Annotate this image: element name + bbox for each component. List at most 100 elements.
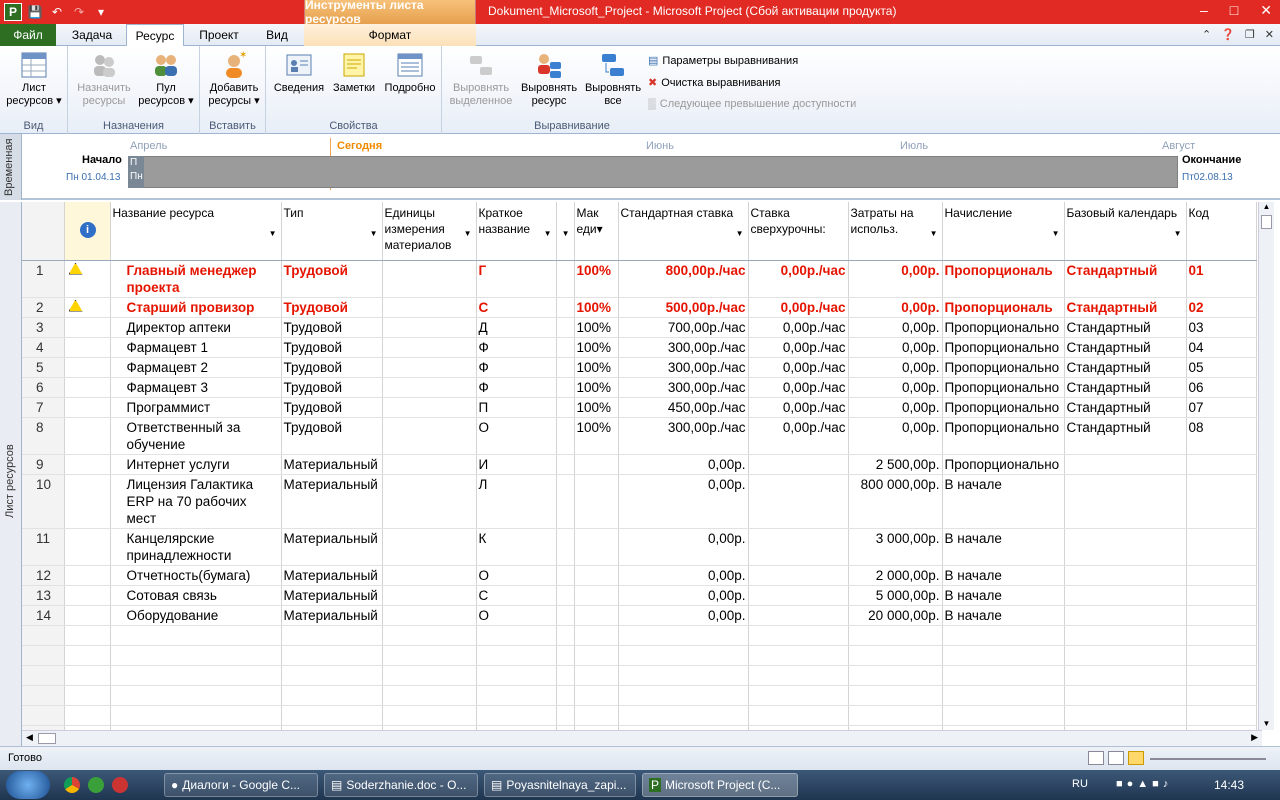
initials-cell[interactable]: К	[476, 528, 557, 566]
code-cell[interactable]	[1186, 528, 1257, 566]
material-units-cell[interactable]	[382, 528, 477, 566]
max-units-cell[interactable]: 100%	[574, 297, 619, 318]
row-id-cell[interactable]	[22, 705, 65, 726]
empty-cell[interactable]	[848, 645, 943, 666]
ovt-rate-cell[interactable]: 0,00р./час	[748, 337, 849, 358]
empty-cell[interactable]	[1064, 625, 1187, 646]
code-cell[interactable]: 02	[1186, 297, 1257, 318]
empty-cell[interactable]	[618, 685, 749, 706]
cost-per-use-cell[interactable]: 0,00р.	[848, 377, 943, 398]
row-id-cell[interactable]: 8	[22, 417, 65, 455]
code-cell[interactable]	[1186, 474, 1257, 529]
resource-name-cell[interactable]: Фармацевт 1	[110, 337, 282, 358]
empty-cell[interactable]	[110, 705, 282, 726]
resource-name-cell[interactable]: Программист	[110, 397, 282, 418]
accrue-cell[interactable]: В начале	[942, 605, 1065, 626]
group-cell[interactable]	[556, 260, 575, 298]
row-id-cell[interactable]: 2	[22, 297, 65, 318]
std-rate-cell[interactable]: 450,00р./час	[618, 397, 749, 418]
base-calendar-cell[interactable]	[1064, 528, 1187, 566]
accrue-cell[interactable]: Пропорционально	[942, 454, 1065, 475]
table-row[interactable]: 14 Оборудование Материальный О 0,00р. 20 000,…	[22, 605, 1257, 626]
ovt-rate-cell[interactable]	[748, 474, 849, 529]
empty-cell[interactable]	[476, 665, 557, 686]
col-header-max-units[interactable]: Мак еди▾	[574, 202, 619, 261]
table-row[interactable]: 13 Сотовая связь Материальный С 0,00р. 5 000,…	[22, 585, 1257, 606]
code-cell[interactable]: 07	[1186, 397, 1257, 418]
resource-name-cell[interactable]: Сотовая связь	[110, 585, 282, 606]
empty-cell[interactable]	[382, 705, 477, 726]
cost-per-use-cell[interactable]: 0,00р.	[848, 417, 943, 455]
std-rate-cell[interactable]: 0,00р.	[618, 605, 749, 626]
initials-cell[interactable]: П	[476, 397, 557, 418]
table-row[interactable]: 12 Отчетность(бумага) Материальный О 0,00р. 2…	[22, 565, 1257, 586]
empty-cell[interactable]	[574, 705, 619, 726]
empty-cell[interactable]	[64, 665, 111, 686]
indicator-cell[interactable]	[64, 297, 111, 318]
max-units-cell[interactable]	[574, 474, 619, 529]
empty-cell[interactable]	[942, 665, 1065, 686]
resource-name-cell[interactable]: Фармацевт 2	[110, 357, 282, 378]
std-rate-cell[interactable]: 0,00р.	[618, 565, 749, 586]
max-units-cell[interactable]: 100%	[574, 357, 619, 378]
empty-cell[interactable]	[574, 665, 619, 686]
empty-cell[interactable]	[556, 705, 575, 726]
group-cell[interactable]	[556, 397, 575, 418]
assign-resources-button[interactable]: Назначить ресурсы	[72, 50, 136, 108]
table-row[interactable]: 5 Фармацевт 2 Трудовой Ф 100% 300,00р./час 0,0…	[22, 357, 1257, 378]
initials-cell[interactable]: О	[476, 417, 557, 455]
material-units-cell[interactable]	[382, 337, 477, 358]
std-rate-cell[interactable]: 300,00р./час	[618, 377, 749, 398]
help-icon[interactable]: ❓	[1221, 28, 1235, 41]
empty-cell[interactable]	[556, 625, 575, 646]
empty-cell[interactable]	[64, 625, 111, 646]
code-cell[interactable]: 06	[1186, 377, 1257, 398]
row-id-cell[interactable]	[22, 625, 65, 646]
resource-type-cell[interactable]: Материальный	[281, 528, 383, 566]
indicator-cell[interactable]	[64, 337, 111, 358]
empty-cell[interactable]	[382, 625, 477, 646]
group-cell[interactable]	[556, 297, 575, 318]
level-all-button[interactable]: Выровнять все	[582, 50, 644, 108]
empty-cell[interactable]	[1064, 645, 1187, 666]
empty-cell[interactable]	[382, 645, 477, 666]
tab-resource[interactable]: Ресурс	[126, 24, 184, 47]
empty-cell[interactable]	[1064, 685, 1187, 706]
information-button[interactable]: Сведения	[272, 50, 326, 95]
close-doc-icon[interactable]: ✕	[1265, 28, 1274, 41]
tab-view[interactable]: Вид	[254, 24, 300, 46]
ovt-rate-cell[interactable]: 0,00р./час	[748, 357, 849, 378]
accrue-cell[interactable]: В начале	[942, 585, 1065, 606]
empty-cell[interactable]	[281, 665, 383, 686]
empty-cell[interactable]	[748, 685, 849, 706]
std-rate-cell[interactable]: 0,00р.	[618, 474, 749, 529]
taskbar-app-chrome[interactable]: ● Диалоги - Google C...	[164, 773, 318, 797]
maximize-icon[interactable]: □	[1230, 2, 1238, 19]
row-id-cell[interactable]: 1	[22, 260, 65, 298]
group-cell[interactable]	[556, 528, 575, 566]
table-row[interactable]: 2 Старший провизор Трудовой С 100% 500,00р./ч…	[22, 297, 1257, 318]
filter-arrow-icon[interactable]: ▼	[1052, 226, 1060, 242]
empty-cell[interactable]	[110, 625, 282, 646]
resource-sheet-view-icon[interactable]	[1128, 751, 1144, 765]
empty-cell[interactable]	[1186, 685, 1257, 706]
base-calendar-cell[interactable]: Стандартный	[1064, 317, 1187, 338]
empty-cell[interactable]	[848, 685, 943, 706]
ovt-rate-cell[interactable]	[748, 585, 849, 606]
resource-name-cell[interactable]: Оборудование	[110, 605, 282, 626]
base-calendar-cell[interactable]: Стандартный	[1064, 397, 1187, 418]
code-cell[interactable]	[1186, 565, 1257, 586]
cost-per-use-cell[interactable]: 3 000,00р.	[848, 528, 943, 566]
col-header-name[interactable]: Название ресурса ▼	[110, 202, 282, 261]
collapse-ribbon-icon[interactable]: ⌃	[1202, 28, 1211, 41]
ovt-rate-cell[interactable]	[748, 454, 849, 475]
col-header-material-units[interactable]: Единицы измерения материалов ▼	[382, 202, 477, 261]
empty-cell[interactable]	[64, 645, 111, 666]
chrome-pin-icon[interactable]	[64, 777, 80, 793]
table-row[interactable]: 8 Ответственный за обучение Трудовой О 100% 3…	[22, 417, 1257, 455]
empty-cell[interactable]	[618, 645, 749, 666]
std-rate-cell[interactable]: 300,00р./час	[618, 417, 749, 455]
gantt-view-icon[interactable]	[1088, 751, 1104, 765]
empty-cell[interactable]	[942, 625, 1065, 646]
empty-row[interactable]	[22, 705, 1257, 726]
